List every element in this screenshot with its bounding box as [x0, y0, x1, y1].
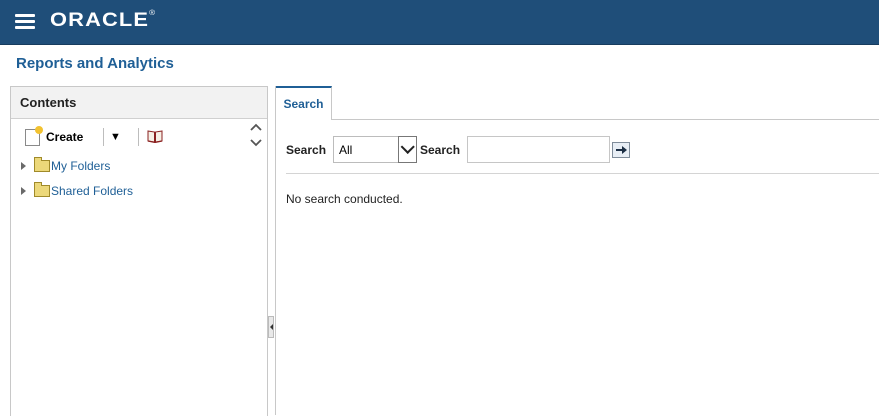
- page-title: Reports and Analytics: [16, 55, 174, 72]
- search-go-button[interactable]: [612, 142, 630, 158]
- search-scope-select[interactable]: All: [333, 136, 417, 163]
- search-text-label: Search: [420, 143, 461, 157]
- hamburger-menu-icon[interactable]: [15, 14, 35, 30]
- tree-item-label[interactable]: My Folders: [51, 159, 110, 173]
- search-input[interactable]: [467, 136, 610, 163]
- expand-arrow-icon[interactable]: [21, 186, 26, 195]
- search-status-text: No search conducted.: [286, 192, 403, 206]
- panel-divider: [275, 86, 276, 415]
- divider: [286, 173, 879, 174]
- tree-item-my-folders[interactable]: My Folders: [21, 153, 133, 178]
- search-form: Search All Search: [286, 136, 876, 164]
- search-scope-value: All: [339, 143, 353, 157]
- search-scope-label: Search: [286, 143, 327, 157]
- folder-icon: [34, 156, 50, 172]
- contents-toolbar: Create ▼: [25, 125, 255, 148]
- tab-strip: [276, 119, 879, 120]
- oracle-logo: ORACLE®: [50, 10, 157, 31]
- create-dropdown-icon[interactable]: ▼: [110, 128, 122, 146]
- scroll-arrows-icon[interactable]: [249, 121, 263, 149]
- create-button[interactable]: Create: [25, 125, 84, 148]
- folder-tree: My Folders Shared Folders: [21, 153, 133, 203]
- book-icon[interactable]: [147, 129, 163, 143]
- folder-icon: [34, 181, 50, 197]
- toolbar-separator: [138, 128, 139, 146]
- tree-item-label[interactable]: Shared Folders: [51, 184, 133, 198]
- toolbar-separator: [103, 128, 104, 146]
- contents-panel: Contents Create ▼ My Folders Shared Fold…: [10, 86, 268, 416]
- panel-splitter[interactable]: [267, 86, 275, 415]
- expand-arrow-icon[interactable]: [21, 161, 26, 170]
- create-label: Create: [46, 130, 84, 144]
- contents-header: Contents: [11, 87, 267, 119]
- collapse-panel-icon[interactable]: [268, 316, 274, 338]
- new-document-icon: [25, 125, 43, 146]
- tree-item-shared-folders[interactable]: Shared Folders: [21, 178, 133, 203]
- chevron-down-icon[interactable]: [398, 136, 417, 163]
- top-bar: ORACLE®: [0, 0, 879, 45]
- tab-search[interactable]: Search: [276, 86, 332, 120]
